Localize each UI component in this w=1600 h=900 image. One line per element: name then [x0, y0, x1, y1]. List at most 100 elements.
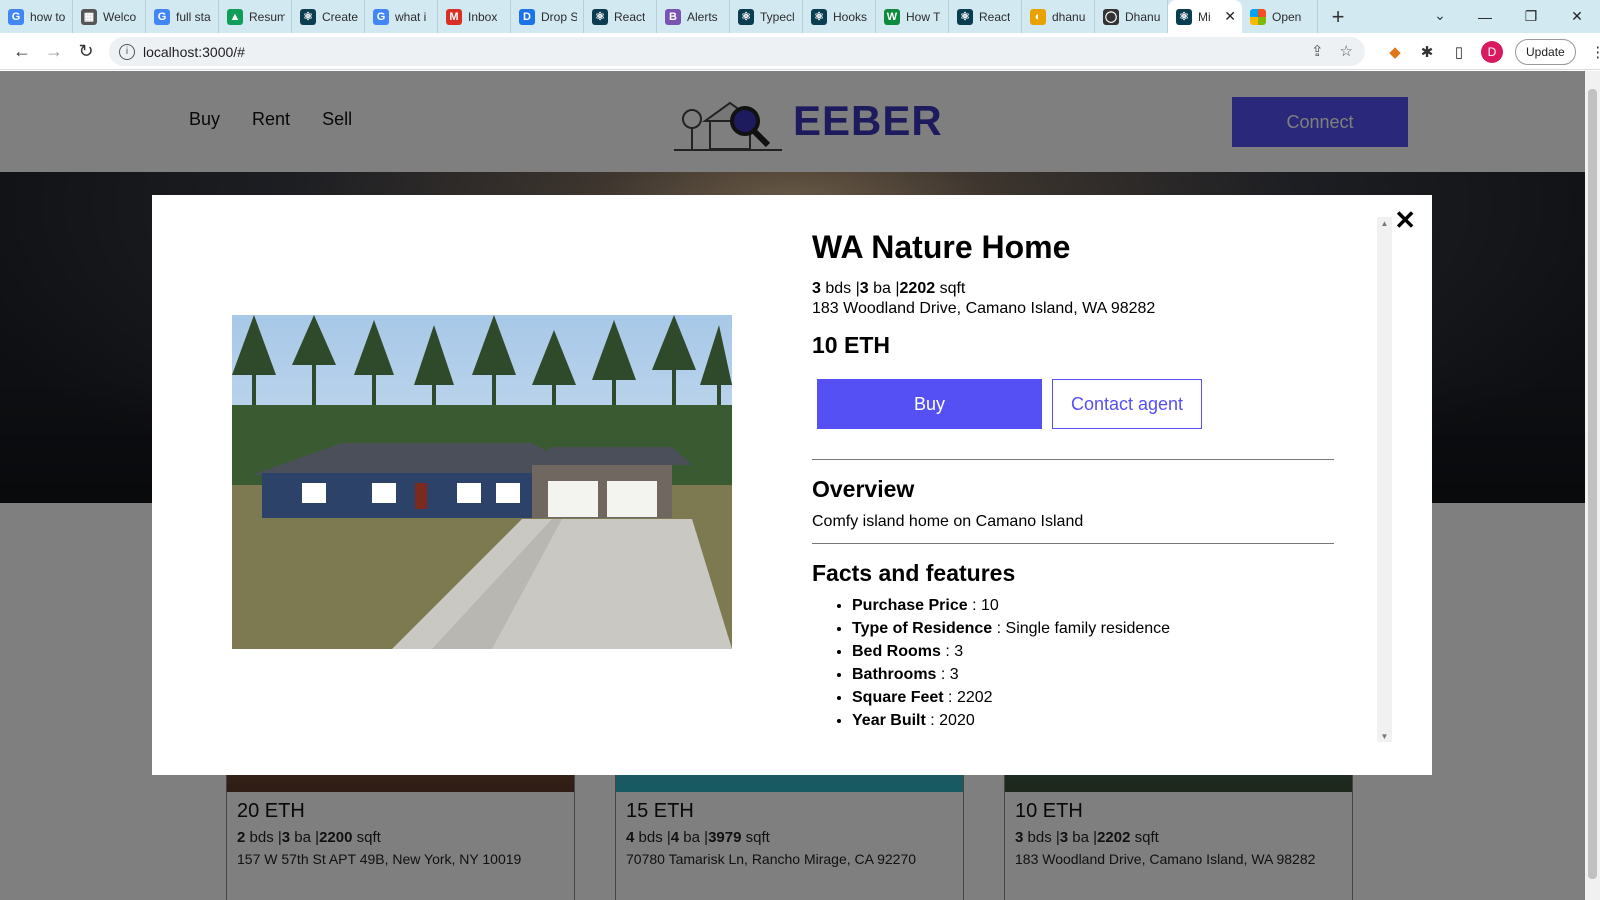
browser-tab[interactable]: ⚛ React: [949, 0, 1022, 33]
tab-list: Ghow to ▦ Welco Gfull sta ▲ Resum ⚛ Create Gwhat…: [0, 0, 1168, 33]
share-icon[interactable]: ⇪: [1311, 42, 1324, 60]
fact-label: Square Feet: [852, 689, 944, 706]
home-photo: [232, 315, 732, 649]
fact-value: 10: [980, 597, 999, 614]
window-controls: — ❐ ✕: [1462, 0, 1600, 33]
close-modal-icon[interactable]: ✕: [1394, 207, 1416, 233]
tab-active[interactable]: ⚛ Mi ✕: [1168, 0, 1242, 33]
browser-tab[interactable]: ◯ Dhanu: [1095, 0, 1168, 33]
update-button[interactable]: Update: [1515, 38, 1576, 65]
tab-label: Hooks: [833, 9, 868, 24]
tab-search-chevron-icon[interactable]: ⌄: [1425, 0, 1455, 30]
profile-avatar[interactable]: D: [1481, 40, 1503, 63]
browser-tab[interactable]: ◐ dhanu: [1022, 0, 1095, 33]
overview-heading: Overview: [812, 476, 915, 502]
tab-label: Welco: [103, 9, 137, 24]
fact-label: Bed Rooms: [852, 643, 941, 660]
tab-favicon-icon: ◯: [1103, 8, 1119, 25]
bookmark-star-icon[interactable]: ☆: [1340, 42, 1353, 60]
tab-favicon-icon: ⚛: [811, 8, 827, 25]
tab-favicon-icon: D: [519, 8, 535, 25]
tab-label: How T: [906, 9, 941, 24]
home-price: 10 ETH: [812, 332, 890, 358]
home-address: 183 Woodland Drive, Camano Island, WA 98…: [812, 300, 1156, 317]
tab-favicon-icon: G: [154, 8, 170, 25]
fact-label: Purchase Price: [852, 597, 968, 614]
home-detail-modal: ✕ ▲ ▼ WA Nature Home 3 bds |3 ba |2202 s…: [152, 195, 1432, 775]
browser-tab[interactable]: B Alerts: [657, 0, 730, 33]
sqft-label: sqft: [939, 280, 966, 297]
browser-tab[interactable]: ⚛ Typecl: [730, 0, 803, 33]
extensions-puzzle-icon[interactable]: ✱: [1417, 42, 1437, 62]
overview-text: Comfy island home on Camano Island: [812, 513, 1084, 530]
baths-label: ba: [873, 280, 891, 297]
url-text: localhost:3000/#: [143, 43, 245, 60]
tab-favicon-icon: ◐: [1030, 8, 1046, 25]
back-icon[interactable]: ←: [6, 35, 38, 67]
browser-tab[interactable]: ⚛ Create: [292, 0, 365, 33]
fact-label: Bathrooms: [852, 666, 937, 683]
extension-area: ◆ ✱ ▯ D Update ⋮: [1385, 33, 1600, 70]
tab-label: Typecl: [760, 9, 795, 24]
browser-tab[interactable]: Gfull sta: [146, 0, 219, 33]
fact-label: Year Built: [852, 712, 926, 729]
scroll-up-arrow-icon[interactable]: ▲: [1377, 217, 1392, 229]
tab-label: Drop S: [541, 9, 577, 24]
tab-label: Create: [322, 9, 358, 24]
tab-favicon-icon: ⚛: [592, 8, 608, 25]
tab-label: React: [979, 9, 1011, 24]
tab-label: what i: [395, 9, 427, 24]
browser-tab[interactable]: ▲ Resum: [219, 0, 292, 33]
browser-menu-icon[interactable]: ⋮: [1588, 42, 1600, 62]
restore-icon[interactable]: ❐: [1508, 0, 1554, 33]
tab-label: Open: [1272, 9, 1302, 24]
fact-item: Square Feet : 2202: [852, 689, 1334, 707]
fact-value: 3: [949, 666, 959, 683]
divider: [812, 543, 1334, 544]
forward-icon[interactable]: →: [38, 35, 70, 67]
close-tab-icon[interactable]: ✕: [1224, 8, 1236, 25]
tab-favicon-icon: ⚛: [738, 8, 754, 25]
page-scrollbar[interactable]: [1585, 71, 1600, 900]
tab-favicon-icon: ⚛: [957, 8, 973, 25]
close-window-icon[interactable]: ✕: [1554, 0, 1600, 33]
tab-label: Mi: [1198, 9, 1211, 24]
tab-label: React: [614, 9, 646, 24]
reload-icon[interactable]: ↻: [70, 35, 102, 67]
buy-button[interactable]: Buy: [817, 379, 1042, 429]
tab-open[interactable]: Open: [1242, 0, 1318, 33]
tab-label: Inbox: [468, 9, 498, 24]
browser-tab[interactable]: Ghow to: [0, 0, 73, 33]
tab-label: Alerts: [687, 9, 718, 24]
fact-value: 3: [954, 643, 964, 660]
browser-tab[interactable]: ▦ Welco: [73, 0, 146, 33]
address-bar[interactable]: i localhost:3000/# ⇪ ☆: [109, 37, 1365, 66]
tab-favicon-icon: W: [884, 8, 900, 25]
fact-value: 2020: [939, 712, 975, 729]
browser-tab[interactable]: Gwhat i: [365, 0, 438, 33]
fact-item: Type of Residence : Single family reside…: [852, 620, 1334, 638]
contact-agent-button[interactable]: Contact agent: [1052, 379, 1202, 429]
scroll-down-arrow-icon[interactable]: ▼: [1377, 730, 1392, 742]
action-buttons: Buy Contact agent: [817, 379, 1334, 429]
site-info-icon[interactable]: i: [119, 43, 135, 60]
browser-tab[interactable]: ⚛ React: [584, 0, 657, 33]
fact-value: 2202: [956, 689, 993, 706]
react-icon: ⚛: [1176, 8, 1192, 25]
sqft-count: 2202: [899, 280, 936, 297]
browser-tab-strip: Ghow to ▦ Welco Gfull sta ▲ Resum ⚛ Create Gwhat…: [0, 0, 1600, 33]
side-panel-icon[interactable]: ▯: [1449, 42, 1469, 62]
home-title: WA Nature Home: [812, 229, 1071, 265]
fact-item: Bathrooms : 3: [852, 666, 1334, 684]
new-tab-button[interactable]: +: [1318, 0, 1358, 33]
beds-count: 3: [812, 280, 821, 297]
modal-scrollbar[interactable]: ▲ ▼: [1377, 217, 1392, 742]
browser-tab[interactable]: M Inbox: [438, 0, 511, 33]
browser-tab[interactable]: ⚛ Hooks: [803, 0, 876, 33]
tab-favicon-icon: G: [373, 8, 389, 25]
browser-tab[interactable]: W How T: [876, 0, 949, 33]
page-scrollbar-thumb[interactable]: [1588, 89, 1597, 879]
browser-tab[interactable]: D Drop S: [511, 0, 584, 33]
metamask-fox-icon[interactable]: ◆: [1385, 42, 1405, 62]
minimize-icon[interactable]: —: [1462, 0, 1508, 33]
